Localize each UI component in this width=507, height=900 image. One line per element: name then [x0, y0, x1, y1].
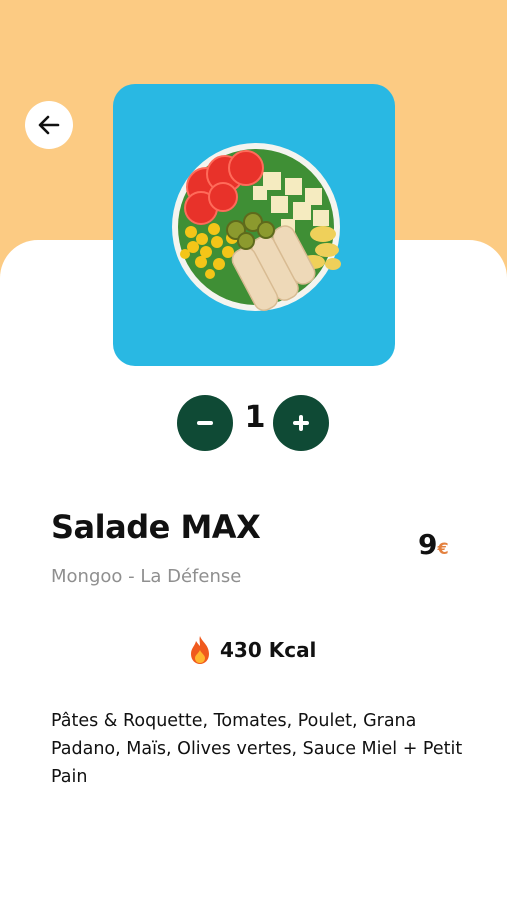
increase-quantity-button[interactable]	[273, 395, 329, 451]
calories-info: 430 Kcal	[188, 634, 316, 666]
decrease-quantity-button[interactable]	[177, 395, 233, 451]
calories-value: 430 Kcal	[220, 638, 317, 662]
quantity-stepper: 1	[177, 395, 333, 451]
flame-icon	[191, 636, 209, 664]
plus-icon	[293, 415, 309, 431]
restaurant-name: Mongoo - La Défense	[51, 566, 242, 587]
arrow-left-icon	[38, 115, 60, 135]
price-currency: €	[437, 539, 449, 558]
back-button[interactable]	[25, 101, 73, 149]
minus-icon	[197, 421, 213, 425]
price-amount: 9	[418, 528, 438, 561]
product-description: Pâtes & Roquette, Tomates, Poulet, Grana…	[51, 711, 463, 787]
product-title: Salade MAX	[51, 508, 261, 546]
product-price: 9€	[418, 528, 449, 561]
product-detail-screen: 1 Salade MAX 9€ Mongoo - La Défense 430 …	[0, 0, 507, 900]
dish-image	[113, 84, 395, 366]
salad-bowl-illustration	[172, 143, 341, 311]
quantity-value: 1	[244, 400, 266, 435]
